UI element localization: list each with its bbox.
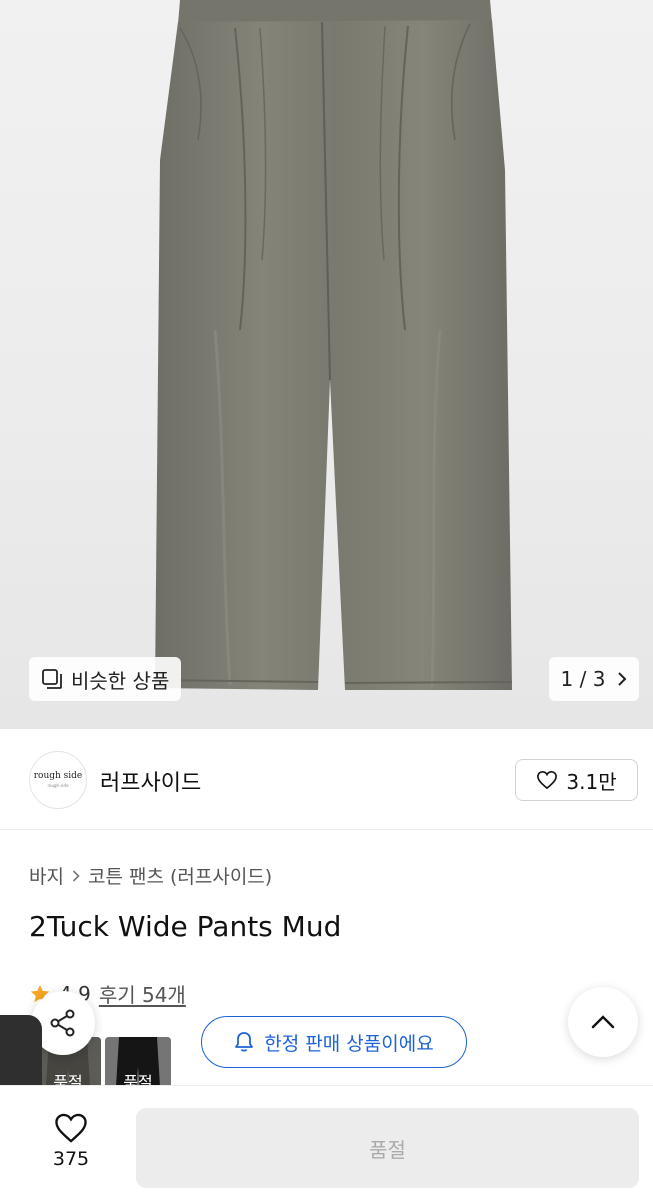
chevron-up-icon [591, 1015, 615, 1029]
bottom-action-bar: 375 품절 [0, 1085, 653, 1200]
share-icon [50, 1009, 75, 1037]
buy-button[interactable]: 품절 [136, 1108, 639, 1188]
brand-logo-text: rough side [33, 771, 83, 781]
breadcrumb-subcategory[interactable]: 코튼 팬츠 (러프사이드) [88, 862, 272, 889]
product-title: 2Tuck Wide Pants Mud [29, 910, 342, 943]
scroll-to-top-button[interactable] [568, 987, 638, 1057]
similar-items-icon [42, 669, 62, 689]
wishlist-button[interactable]: 375 [48, 1112, 94, 1170]
breadcrumb-category[interactable]: 바지 [29, 862, 64, 889]
brand-like-button[interactable]: 3.1만 [515, 759, 638, 801]
pager-text: 1 / 3 [561, 667, 606, 691]
pager-total: 3 [592, 667, 606, 691]
pager-separator: / [579, 667, 587, 691]
similar-items-label: 비슷한 상품 [71, 668, 170, 693]
brand-like-count: 3.1만 [566, 769, 617, 794]
brand-logo-subtext: rough side [47, 783, 69, 788]
brand-row: rough side rough side 러프사이드 3.1만 [0, 729, 653, 830]
image-pager[interactable]: 1 / 3 [549, 657, 639, 701]
heart-icon [55, 1113, 87, 1143]
breadcrumb: 바지 코튼 팬츠 (러프사이드) [29, 862, 272, 889]
similar-items-button[interactable]: 비슷한 상품 [29, 657, 182, 701]
limited-sale-text: 한정 판매 상품이에요 [264, 1032, 434, 1055]
reviews-link[interactable]: 후기 54개 [99, 979, 186, 1008]
bell-icon [235, 1032, 254, 1052]
chevron-right-icon [72, 869, 80, 882]
product-image-carousel[interactable]: 비슷한 상품 1 / 3 [0, 0, 653, 729]
wishlist-count: 375 [52, 1148, 90, 1170]
heart-icon [537, 770, 558, 790]
limited-sale-notice[interactable]: 한정 판매 상품이에요 [201, 1016, 467, 1068]
brand-name[interactable]: 러프사이드 [100, 765, 201, 797]
brand-logo[interactable]: rough side rough side [29, 751, 87, 809]
chevron-right-icon [618, 672, 627, 686]
pager-current: 1 [560, 667, 574, 691]
product-photo [154, 0, 513, 690]
